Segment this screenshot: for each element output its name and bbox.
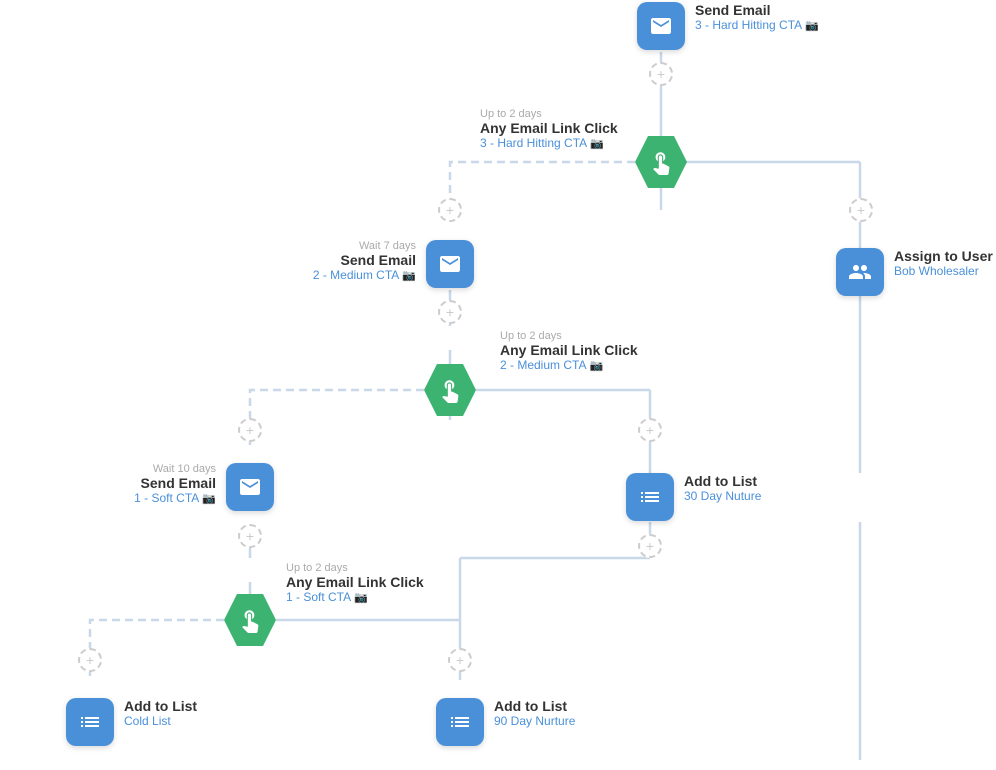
send-email-3-icon-box [226, 463, 274, 511]
list-icon-3 [448, 710, 472, 734]
camera-icon-6: 📷 [354, 591, 368, 604]
camera-icon-5: 📷 [202, 492, 216, 505]
assign-user-icon [848, 260, 872, 284]
send-email-3-node[interactable]: Wait 10 days Send Email 1 - Soft CTA 📷 [226, 463, 274, 511]
click-2-label: Up to 2 days Any Email Link Click 2 - Me… [500, 330, 638, 372]
plus-connector-10[interactable]: + [448, 648, 472, 672]
add-to-list-1-node[interactable]: Add to List 30 Day Nuture [626, 473, 674, 521]
click-3-label: Up to 2 days Any Email Link Click 1 - So… [286, 562, 424, 604]
add-to-list-3-icon-box [436, 698, 484, 746]
add-to-list-3-node[interactable]: Add to List 90 Day Nurture [436, 698, 484, 746]
hand-click-icon-3 [237, 607, 263, 633]
click-2-hex[interactable] [424, 364, 476, 416]
send-email-1-label: Send Email 3 - Hard Hitting CTA 📷 [695, 2, 819, 32]
click-3-hex[interactable] [224, 594, 276, 646]
plus-connector-3[interactable]: + [849, 198, 873, 222]
click-1-label: Up to 2 days Any Email Link Click 3 - Ha… [480, 108, 618, 150]
plus-connector-6[interactable]: + [638, 418, 662, 442]
plus-connector-4[interactable]: + [438, 300, 462, 324]
hand-click-icon-1 [648, 149, 674, 175]
send-email-2-node[interactable]: Wait 7 days Send Email 2 - Medium CTA 📷 [426, 240, 474, 288]
send-email-1-node[interactable]: Send Email 3 - Hard Hitting CTA 📷 [637, 2, 685, 50]
camera-icon-2: 📷 [590, 137, 604, 150]
plus-connector-8[interactable]: + [238, 524, 262, 548]
send-email-1-icon-box [637, 2, 685, 50]
assign-user-label: Assign to User Bob Wholesaler [894, 248, 993, 278]
add-to-list-2-node[interactable]: Add to List Cold List [66, 698, 114, 746]
assign-user-node[interactable]: Assign to User Bob Wholesaler [836, 248, 884, 296]
send-email-2-icon-box [426, 240, 474, 288]
list-icon-1 [638, 485, 662, 509]
add-to-list-1-label: Add to List 30 Day Nuture [684, 473, 761, 503]
assign-user-icon-box [836, 248, 884, 296]
plus-connector-5[interactable]: + [238, 418, 262, 442]
plus-connector-1[interactable]: + [649, 62, 673, 86]
plus-connector-9[interactable]: + [78, 648, 102, 672]
add-to-list-3-label: Add to List 90 Day Nurture [494, 698, 575, 728]
camera-icon-1: 📷 [805, 19, 819, 32]
add-to-list-1-icon-box [626, 473, 674, 521]
plus-connector-2[interactable]: + [438, 198, 462, 222]
email-icon-3 [238, 475, 262, 499]
camera-icon-4: 📷 [589, 359, 603, 372]
add-to-list-2-label: Add to List Cold List [124, 698, 197, 728]
email-icon-2 [438, 252, 462, 276]
list-icon-2 [78, 710, 102, 734]
email-icon [649, 14, 673, 38]
plus-connector-7[interactable]: + [638, 534, 662, 558]
click-1-hex[interactable] [635, 136, 687, 188]
send-email-2-label: Wait 7 days Send Email 2 - Medium CTA 📷 [313, 240, 416, 282]
camera-icon-3: 📷 [402, 269, 416, 282]
send-email-3-label: Wait 10 days Send Email 1 - Soft CTA 📷 [134, 463, 216, 505]
hand-click-icon-2 [437, 377, 463, 403]
add-to-list-2-icon-box [66, 698, 114, 746]
